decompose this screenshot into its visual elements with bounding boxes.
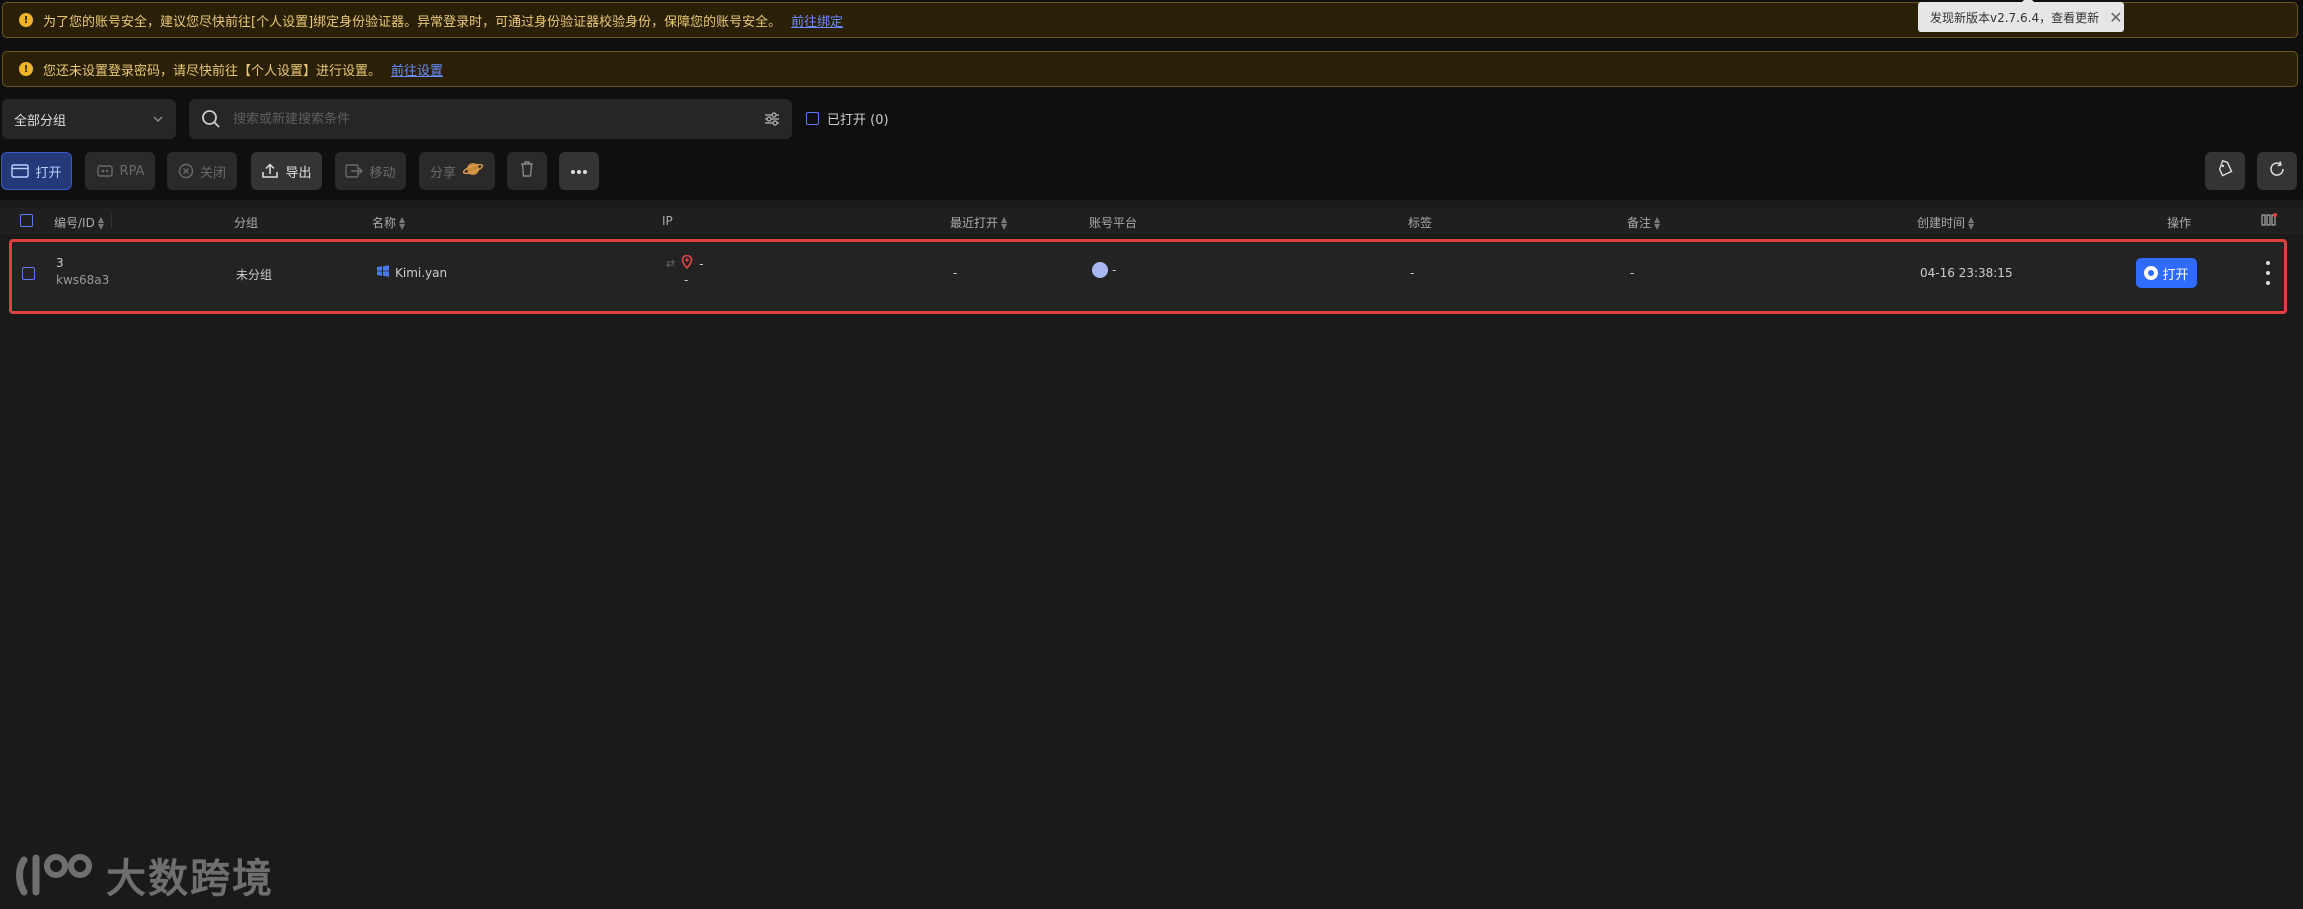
bind-authenticator-link[interactable]: 前往绑定 xyxy=(791,11,843,30)
row-open-button[interactable]: 打开 xyxy=(2136,258,2197,288)
export-button[interactable]: 导出 xyxy=(251,152,322,190)
password-banner: ! 您还未设置登录密码，请尽快前往【个人设置】进行设置。 前往设置 xyxy=(2,51,2298,87)
row-number: 3 xyxy=(56,256,64,270)
trash-icon xyxy=(519,160,535,182)
robot-icon xyxy=(96,164,114,178)
sort-icon[interactable]: ▲ ▼ xyxy=(98,215,104,230)
column-header-name[interactable]: 名称 ▲ ▼ xyxy=(372,214,405,231)
refresh-button[interactable] xyxy=(2257,152,2297,190)
column-header-tags-label: 标签 xyxy=(1408,216,1433,230)
windows-icon xyxy=(377,265,389,280)
move-icon xyxy=(345,163,364,179)
close-icon[interactable]: ✕ xyxy=(2109,8,2122,27)
warning-icon: ! xyxy=(19,62,33,76)
column-header-remark-label: 备注 xyxy=(1627,216,1652,230)
export-button-label: 导出 xyxy=(285,165,312,181)
select-all-checkbox[interactable] xyxy=(20,214,33,227)
column-header-platform-label: 账号平台 xyxy=(1089,216,1138,230)
column-header-group-label: 分组 xyxy=(234,216,259,230)
sort-icon[interactable]: ▲ ▼ xyxy=(1001,215,1007,230)
browser-logo-icon xyxy=(2144,266,2159,280)
column-header-ip: IP xyxy=(662,214,673,228)
export-icon xyxy=(261,163,279,179)
chevron-down-icon xyxy=(153,116,163,123)
more-dots-icon xyxy=(570,164,588,179)
column-header-id[interactable]: 编号/ID ▲ ▼ xyxy=(54,214,112,231)
filter-settings-icon[interactable] xyxy=(764,111,780,127)
brand-logo-icon xyxy=(16,854,92,896)
security-banner-text: 为了您的账号安全，建议您尽快前往[个人设置]绑定身份验证器。异常登录时，可通过身… xyxy=(43,14,782,30)
location-pin-icon xyxy=(681,254,693,272)
column-settings-icon[interactable] xyxy=(2261,213,2277,227)
column-header-name-label: 名称 xyxy=(372,216,397,230)
row-ip-sub: - xyxy=(684,273,689,287)
column-header-ip-label: IP xyxy=(662,214,673,228)
more-button[interactable] xyxy=(559,152,599,190)
swap-icon: ⇄ xyxy=(666,257,676,270)
warning-icon: ! xyxy=(19,13,33,27)
column-header-last-opened[interactable]: 最近打开 ▲ ▼ xyxy=(950,214,1007,231)
opened-label: 已打开 (0) xyxy=(827,113,889,128)
row-name[interactable]: Kimi.yan xyxy=(395,266,447,280)
column-header-platform: 账号平台 xyxy=(1089,214,1137,231)
column-header-group: 分组 xyxy=(234,214,258,231)
group-select-value: 全部分组 xyxy=(14,113,67,129)
move-button[interactable]: 移动 xyxy=(335,152,406,190)
set-password-link[interactable]: 前往设置 xyxy=(391,60,443,79)
search-input[interactable] xyxy=(233,111,764,127)
share-button[interactable]: 分享 xyxy=(419,152,495,190)
watermark-logo: 大数跨境 xyxy=(14,846,274,904)
delete-button[interactable] xyxy=(507,152,547,190)
close-button-label: 关闭 xyxy=(199,165,226,181)
column-header-actions: 操作 xyxy=(2167,214,2191,231)
sort-icon[interactable]: ▲ ▼ xyxy=(1654,215,1660,230)
refresh-icon xyxy=(2268,160,2286,182)
planet-icon xyxy=(462,160,484,182)
share-button-label: 分享 xyxy=(429,165,456,181)
column-header-tags: 标签 xyxy=(1408,214,1432,231)
row-created: 04-16 23:38:15 xyxy=(1920,266,2013,280)
column-header-remark[interactable]: 备注 ▲ ▼ xyxy=(1627,214,1660,231)
close-button[interactable]: 关闭 xyxy=(167,152,237,190)
search-bar[interactable] xyxy=(189,99,792,139)
close-circle-icon xyxy=(178,163,194,179)
table-row[interactable]: 3 kws68a3 未分组 Kimi.yan ⇄ - - - - - - 04-… xyxy=(9,239,2287,314)
column-header-last-opened-label: 最近打开 xyxy=(950,216,999,230)
browser-window-icon xyxy=(11,164,30,178)
row-more-icon[interactable] xyxy=(2261,261,2275,285)
row-last-opened: - xyxy=(953,266,958,280)
sort-icon[interactable]: ▲ ▼ xyxy=(1968,215,1974,230)
column-header-created[interactable]: 创建时间 ▲ ▼ xyxy=(1917,214,1974,231)
open-button[interactable]: 打开 xyxy=(1,152,72,190)
row-platform: - xyxy=(1112,263,1117,277)
opened-filter[interactable]: 已打开 (0) xyxy=(806,109,889,128)
search-icon xyxy=(202,110,220,128)
platform-icon xyxy=(1092,262,1108,278)
tag-button[interactable] xyxy=(2205,152,2245,190)
group-select[interactable]: 全部分组 xyxy=(2,99,176,139)
sort-icon[interactable]: ▲ ▼ xyxy=(399,215,405,230)
row-remark: - xyxy=(1630,266,1635,280)
watermark-text: 大数跨境 xyxy=(106,856,274,902)
rpa-button-label: RPA xyxy=(119,163,145,179)
column-header-actions-label: 操作 xyxy=(2167,216,2192,230)
rpa-button[interactable]: RPA xyxy=(85,152,155,190)
row-ip: - xyxy=(699,256,704,271)
row-id: kws68a3 xyxy=(56,273,110,287)
open-button-label: 打开 xyxy=(35,165,62,181)
row-tags: - xyxy=(1410,266,1415,280)
update-toast-text[interactable]: 发现新版本v2.7.6.4，查看更新 xyxy=(1930,9,2099,26)
tag-icon xyxy=(2216,159,2234,182)
row-checkbox[interactable] xyxy=(22,267,35,280)
move-button-label: 移动 xyxy=(369,165,396,181)
table-header: 编号/ID ▲ ▼ 分组 名称 ▲ ▼ IP 最近打开 ▲ ▼ 账号平台 标签 备注 ▲ ▼ 创… xyxy=(0,208,2303,234)
update-toast[interactable]: 发现新版本v2.7.6.4，查看更新 ✕ xyxy=(1918,0,2124,32)
row-group: 未分组 xyxy=(236,268,273,282)
column-header-created-label: 创建时间 xyxy=(1917,216,1966,230)
password-banner-text: 您还未设置登录密码，请尽快前往【个人设置】进行设置。 xyxy=(43,63,382,79)
row-open-button-label: 打开 xyxy=(2162,267,2189,283)
column-header-id-label: 编号/ID xyxy=(54,216,95,230)
opened-checkbox[interactable] xyxy=(806,112,819,125)
